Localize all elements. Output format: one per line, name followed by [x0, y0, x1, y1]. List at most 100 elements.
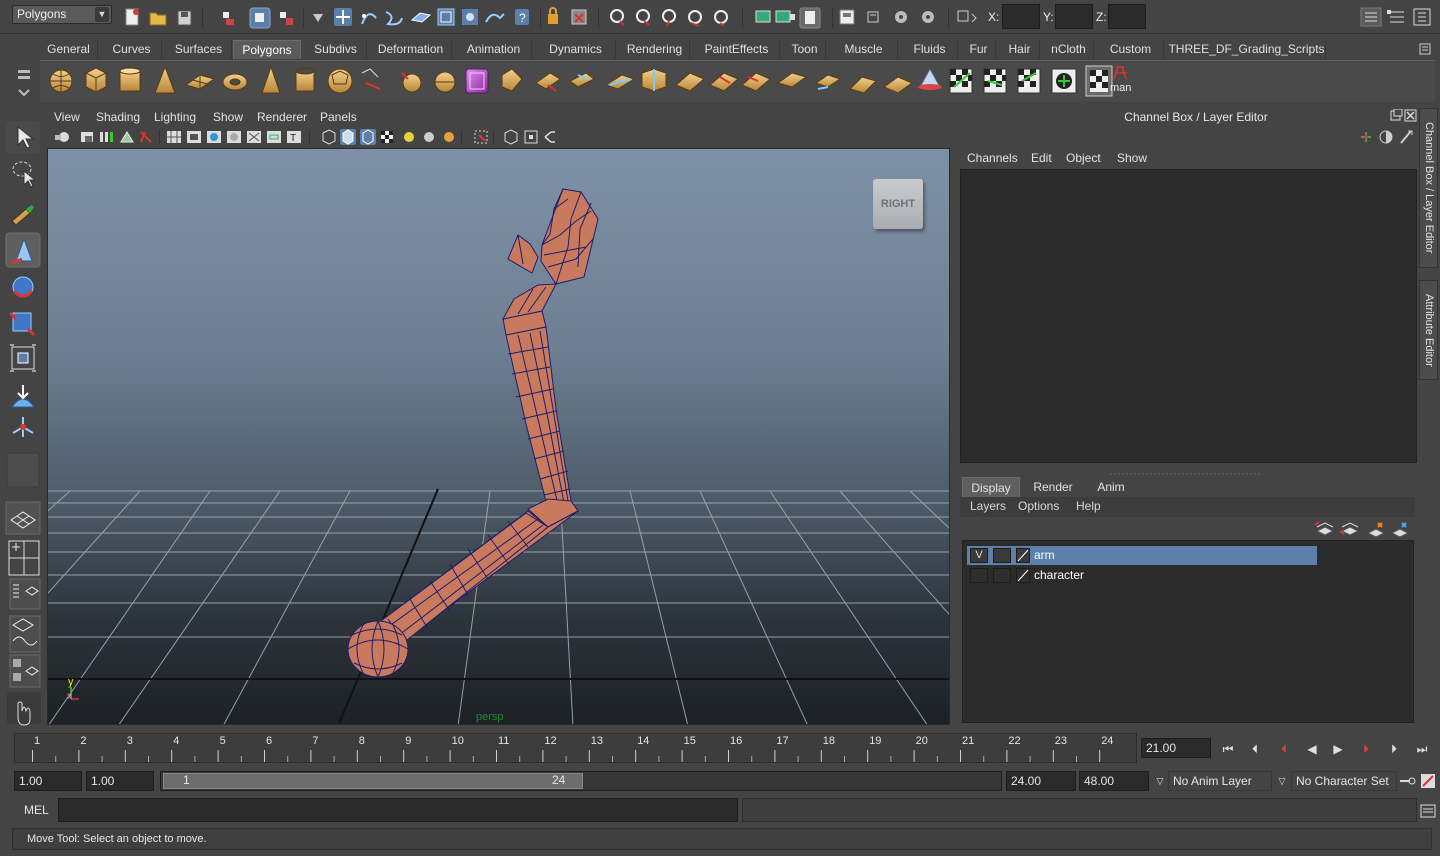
snap-point-icon[interactable] [385, 11, 403, 26]
playback-start-field[interactable]: 1.00 [86, 771, 154, 791]
poly-cube-icon[interactable] [85, 67, 107, 93]
delete-edge-icon[interactable] [814, 74, 842, 90]
open-scene-icon[interactable] [149, 12, 167, 26]
create-layer-from-selected-icon[interactable] [1390, 522, 1410, 538]
lasso-select-icon[interactable] [610, 9, 625, 26]
perspective-viewport[interactable]: y x RIGHT persp [47, 148, 950, 725]
playback-end-field[interactable]: 24.00 [1006, 771, 1076, 791]
side-tab-attribute-editor[interactable]: Attribute Editor [1419, 280, 1438, 380]
step-forward-frame-button[interactable]: ⏵ [1384, 740, 1404, 758]
paint-select-tool-icon[interactable] [11, 205, 34, 226]
input-ops-icon[interactable] [462, 9, 478, 25]
select-component-icon[interactable] [280, 12, 293, 25]
menu-set-dropdown[interactable]: Polygons ▼ [12, 5, 112, 24]
poly-sphere-icon[interactable] [49, 69, 73, 93]
combine-icon[interactable] [361, 68, 381, 90]
shelf-menu-handle[interactable] [14, 64, 34, 100]
textured-icon[interactable] [381, 131, 393, 143]
safe-title-icon[interactable]: T [287, 131, 301, 144]
step-back-key-button[interactable]: ⏴ [1274, 740, 1294, 758]
shelf-tab-custom[interactable]: Custom [1098, 40, 1164, 59]
splitter-handle[interactable] [1110, 465, 1260, 475]
single-pane-layout-icon[interactable] [5, 501, 41, 535]
shelf-tab-rendering[interactable]: Rendering [620, 40, 690, 59]
planar-mapping-icon[interactable] [849, 76, 877, 94]
move-layer-up-icon[interactable] [1314, 521, 1335, 536]
hypershade-persp-layout-icon[interactable] [9, 654, 41, 688]
snap-view-plane-icon[interactable] [410, 12, 432, 23]
snap-grid-icon[interactable] [334, 8, 352, 26]
layout-uv-icon[interactable] [1085, 65, 1113, 97]
show-manipulator-icon[interactable] [12, 417, 34, 437]
ipr-render-icon[interactable] [775, 10, 795, 23]
layer-color-swatch[interactable] [1016, 548, 1030, 563]
bridge-icon[interactable] [535, 72, 561, 92]
extract-icon[interactable] [434, 71, 456, 93]
image-plane-icon[interactable] [140, 131, 152, 143]
channel-box-menu-object[interactable]: Object [1066, 151, 1101, 165]
shelf-tab-dynamics[interactable]: Dynamics [536, 40, 616, 59]
scale-tool-icon[interactable] [8, 311, 36, 337]
end-time-field[interactable]: 48.00 [1079, 771, 1149, 791]
anim-layer-dropdown[interactable]: No Anim Layer [1168, 771, 1272, 791]
viewport-menu-lighting[interactable]: Lighting [154, 110, 196, 124]
select-hierarchy-icon[interactable] [223, 12, 234, 25]
make-live-icon[interactable] [437, 8, 455, 26]
poly-pipe-icon[interactable] [295, 67, 315, 92]
use-all-lights-icon[interactable] [404, 132, 414, 142]
checker-map-icon[interactable] [983, 68, 1007, 94]
animation-preferences-icon[interactable] [1420, 773, 1436, 789]
unfold-uv-icon[interactable] [1051, 68, 1077, 94]
layer-row-character[interactable]: character [967, 566, 1317, 585]
render-frame-icon[interactable] [755, 10, 771, 23]
shelf-tab-polygons[interactable]: Polygons [233, 40, 301, 59]
viewport-menu-renderer[interactable]: Renderer [257, 110, 307, 124]
split-polygon-icon[interactable] [604, 74, 636, 90]
split-edge-ring-icon[interactable] [709, 72, 739, 92]
view-cube[interactable]: RIGHT [873, 179, 923, 229]
graph-editor-icon[interactable] [895, 11, 907, 23]
viewport-menu-view[interactable]: View [54, 110, 80, 124]
xray-joints-icon[interactable] [524, 130, 538, 144]
layer-menu-options[interactable]: Options [1018, 499, 1059, 513]
gate-mask-icon[interactable] [227, 131, 241, 143]
spherical-mapping-icon[interactable] [918, 67, 942, 90]
wireframe-on-shaded-icon[interactable] [360, 129, 376, 145]
poly-cylinder-icon[interactable] [119, 67, 141, 92]
offset-edge-loop-icon[interactable] [675, 72, 705, 92]
manipulator-mode-icon[interactable] [1361, 132, 1371, 142]
play-forwards-button[interactable]: ▶ [1328, 740, 1348, 758]
step-forward-key-button[interactable]: ⏵ [1356, 740, 1376, 758]
shelf-tab-fluids[interactable]: Fluids [902, 40, 958, 59]
auto-key-icon[interactable] [1398, 773, 1416, 789]
help-icon[interactable]: ? [515, 9, 529, 25]
selection-mask-menu-icon[interactable] [313, 14, 323, 22]
manipulator-tool-icon[interactable] [10, 344, 36, 372]
shelf-tab-three-df-grading-scripts[interactable]: THREE_DF_Grading_Scripts [1168, 40, 1326, 59]
reflection-icon[interactable] [714, 10, 728, 27]
shelf-tab-painteffects[interactable]: PaintEffects [694, 40, 780, 59]
save-scene-icon[interactable] [177, 10, 192, 26]
speed-mode-icon[interactable] [1379, 130, 1393, 144]
layer-visibility-toggle[interactable] [970, 568, 988, 583]
uv-texture-editor-icon[interactable] [949, 68, 973, 94]
shelf-settings-icon[interactable] [1418, 42, 1434, 56]
viewport-menu-shading[interactable]: Shading [96, 110, 140, 124]
lasso-tool-icon[interactable] [12, 161, 37, 188]
merge-vertices-icon[interactable] [741, 72, 771, 92]
safe-action-icon[interactable] [267, 131, 281, 143]
shelf-tab-subdivs[interactable]: Subdivs [305, 40, 367, 59]
isolate-select-icon[interactable] [474, 130, 488, 144]
select-camera-icon[interactable] [55, 132, 69, 142]
hypershade-icon[interactable] [839, 9, 855, 25]
channel-box-menu-edit[interactable]: Edit [1031, 151, 1052, 165]
command-line-input[interactable] [58, 798, 738, 822]
output-ops-icon[interactable] [485, 13, 505, 23]
high-quality-icon[interactable] [444, 132, 454, 142]
layer-tab-anim[interactable]: Anim [1084, 477, 1138, 497]
insert-edge-loop-icon[interactable] [641, 68, 667, 92]
hand-tool-icon[interactable] [7, 692, 41, 726]
current-frame-field[interactable]: 21.00 [1141, 738, 1211, 758]
lock-selection-icon[interactable] [548, 7, 558, 24]
poly-soccerball-icon[interactable] [327, 68, 353, 94]
